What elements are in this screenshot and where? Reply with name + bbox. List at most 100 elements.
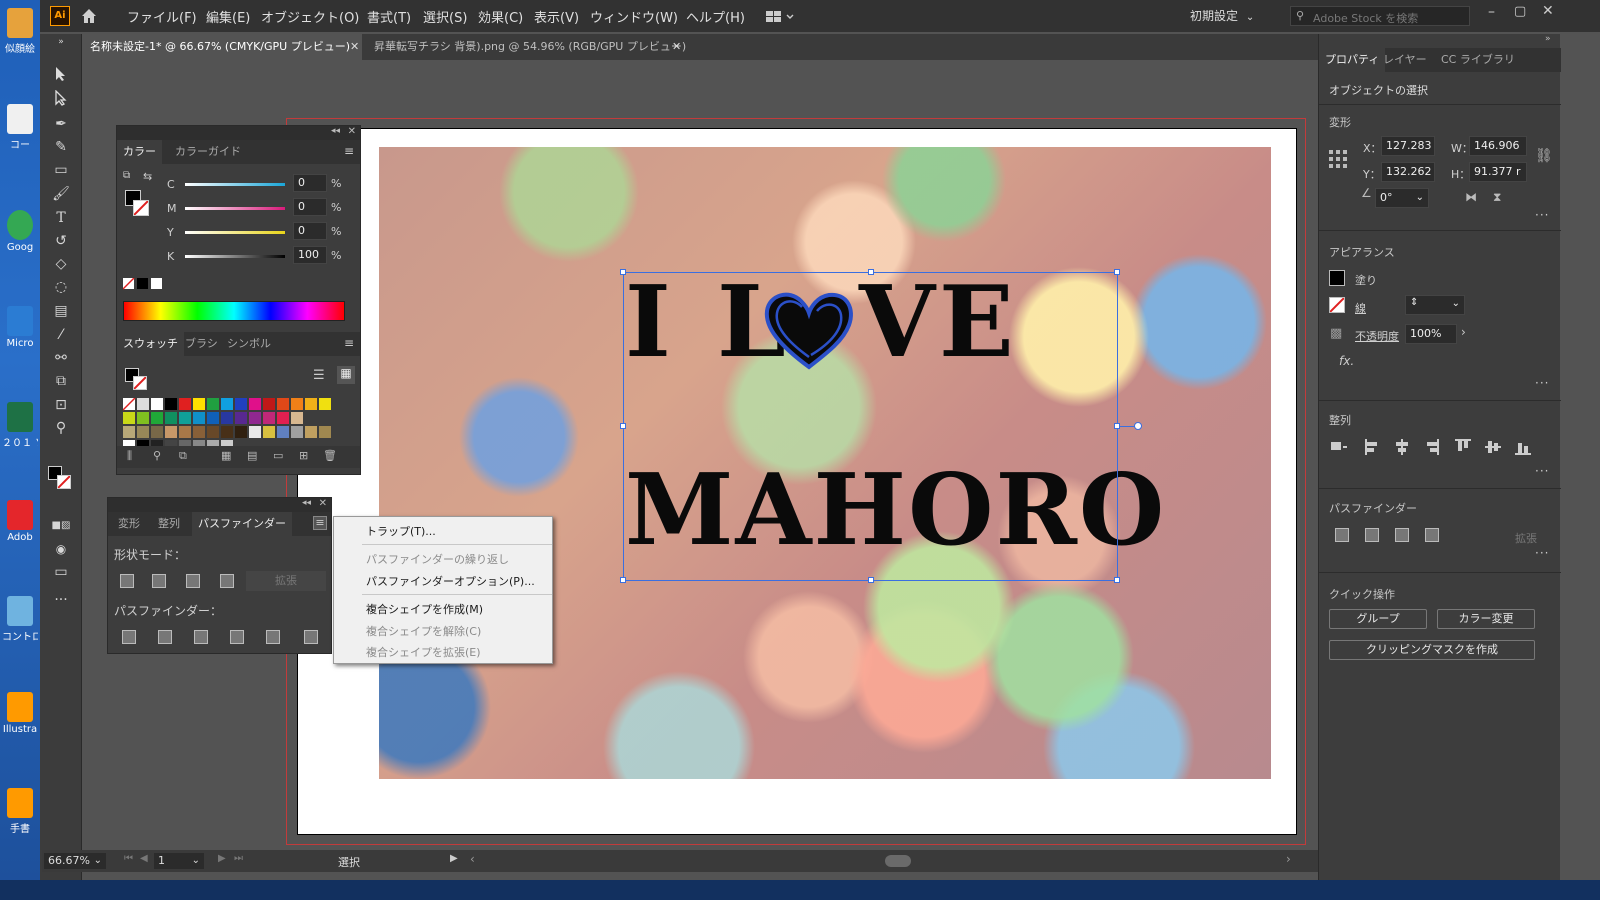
height-input[interactable]: 91.377 r [1469, 162, 1527, 182]
x-input[interactable]: 127.283 [1381, 136, 1435, 156]
tab-align[interactable]: 整列 [152, 512, 186, 536]
swatch-settings-icon[interactable]: ▤ [247, 449, 257, 462]
stroke-swatch[interactable] [1329, 297, 1345, 313]
eyedropper-tool-icon[interactable]: ⁄ [49, 325, 73, 345]
artboard-tool-icon[interactable]: ⊡ [49, 395, 73, 415]
lasso-tool-icon[interactable]: ◌ [49, 277, 73, 297]
color-spectrum[interactable] [123, 301, 345, 321]
shape-builder-tool-icon[interactable]: ⧉ [49, 371, 73, 391]
selection-bounding-box[interactable] [620, 269, 1142, 583]
trash-icon[interactable]: 🗑 [323, 449, 337, 462]
menu-object[interactable]: オブジェクト(O) [261, 7, 359, 26]
more-options-icon[interactable]: ··· [1535, 546, 1549, 560]
handle-left[interactable] [620, 423, 626, 429]
color-mode-icon[interactable]: ■▨ [49, 516, 73, 536]
angle-input[interactable]: 0° ⌄ [1375, 188, 1429, 208]
handle-top[interactable] [868, 269, 874, 275]
curvature-tool-icon[interactable]: ✎ [49, 137, 73, 157]
minimize-icon[interactable]: – [1488, 4, 1495, 20]
menu-edit[interactable]: 編集(E) [206, 7, 250, 26]
crop-button[interactable] [230, 630, 244, 644]
close-tab-icon[interactable]: ✕ [350, 34, 359, 60]
home-icon[interactable] [80, 7, 98, 25]
panel-menu-icon[interactable]: ≡ [344, 144, 354, 158]
desktop-icon-3[interactable]: Goog [2, 210, 38, 253]
tab-color-guide[interactable]: カラーガイド [169, 140, 247, 164]
panel-menu-icon[interactable]: ≡ [313, 516, 327, 530]
screen-mode-icon[interactable]: ▭ [49, 562, 73, 582]
flip-horizontal-icon[interactable]: ⧓ [1465, 190, 1477, 204]
y-slider[interactable] [185, 231, 285, 234]
gradient-tool-icon[interactable]: ▤ [49, 301, 73, 321]
stroke-weight-input[interactable]: ⇕ ⌄ [1405, 295, 1465, 315]
close-window-icon[interactable]: ✕ [1542, 3, 1554, 19]
new-swatch-icon[interactable]: ⊞ [299, 449, 308, 462]
stroke-swatch[interactable] [133, 200, 149, 216]
expand-button[interactable]: 拡張 [1515, 530, 1537, 546]
handle-bottom[interactable] [868, 577, 874, 583]
swatch-library-icon[interactable]: ⫼ [127, 449, 132, 463]
menu-view[interactable]: 表示(V) [534, 7, 579, 26]
expand-button[interactable]: 拡張 [246, 571, 326, 591]
collapse-icon[interactable]: » [49, 32, 73, 52]
tab-document-2[interactable]: 昇華転写チラシ 背景).png @ 54.96% (RGB/GPU プレビュー) [366, 34, 686, 60]
draw-mode-icon[interactable]: ◉ [49, 539, 73, 559]
menu-item-release-compound-shape[interactable]: 複合シェイプを解除(C) [366, 623, 481, 639]
desktop-icon-4[interactable]: Micro [2, 306, 38, 349]
unite-button[interactable] [120, 574, 134, 588]
close-panel-icon[interactable]: ✕ [348, 126, 356, 137]
c-slider[interactable] [185, 183, 285, 186]
arrange-documents-icon[interactable] [766, 10, 796, 24]
more-options-icon[interactable]: ··· [1535, 376, 1549, 390]
intersect-button[interactable] [1395, 528, 1409, 542]
panel-header[interactable]: ◂◂ ✕ [108, 498, 331, 512]
opacity-label[interactable]: 不透明度 [1355, 328, 1399, 344]
minus-front-button[interactable] [152, 574, 166, 588]
new-folder-icon[interactable]: ▭ [273, 449, 283, 462]
scroll-left-icon[interactable]: ‹ [470, 852, 475, 866]
k-slider[interactable] [185, 255, 285, 258]
close-panel-icon[interactable]: ✕ [319, 498, 327, 509]
stroke-swatch[interactable] [133, 376, 147, 390]
c-value-input[interactable]: 0 [293, 174, 327, 192]
menu-file[interactable]: ファイル(F) [127, 7, 197, 26]
horizontal-scroll-thumb[interactable] [885, 855, 911, 867]
color-group-icon[interactable]: ▦ [221, 449, 231, 462]
menu-help[interactable]: ヘルプ(H) [686, 7, 745, 26]
y-input[interactable]: 132.262 [1381, 162, 1435, 182]
desktop-icon-2[interactable]: コー [2, 104, 38, 151]
clipping-mask-button[interactable]: クリッピングマスクを作成 [1329, 640, 1535, 660]
m-slider[interactable] [185, 207, 285, 210]
eraser-tool-icon[interactable]: ◇ [49, 254, 73, 274]
blend-tool-icon[interactable]: ⚯ [49, 348, 73, 368]
status-menu-icon[interactable]: ▶ [450, 853, 458, 864]
handle-bottom-left[interactable] [620, 577, 626, 583]
more-options-icon[interactable]: ··· [1535, 464, 1549, 478]
zoom-select[interactable]: 66.67% ⌄ [44, 853, 106, 869]
swap-colors-icon[interactable]: ⇆ [143, 170, 152, 183]
tab-layers[interactable]: レイヤー [1377, 48, 1433, 72]
tab-color[interactable]: カラー [117, 140, 162, 164]
desktop-icon-9[interactable]: 手書 [2, 788, 38, 835]
fx-icon[interactable]: fx. [1339, 354, 1354, 368]
show-kinds-icon[interactable]: ⚲ [153, 449, 161, 462]
opacity-input[interactable]: 100% [1405, 324, 1457, 344]
exclude-button[interactable] [1425, 528, 1439, 542]
y-value-input[interactable]: 0 [293, 222, 327, 240]
direct-selection-tool-icon[interactable] [49, 89, 73, 110]
menu-type[interactable]: 書式(T) [367, 7, 411, 26]
tab-brushes[interactable]: ブラシ [179, 332, 224, 356]
flip-vertical-icon[interactable]: ⧗ [1493, 190, 1501, 205]
trim-button[interactable] [158, 630, 172, 644]
zoom-tool-icon[interactable]: ⚲ [49, 418, 73, 438]
menu-item-pathfinder-options[interactable]: パスファインダーオプション(P)... [366, 573, 535, 589]
collapse-icon[interactable]: ◂◂ [331, 126, 340, 136]
grid-view-icon[interactable]: ▦ [337, 366, 355, 384]
next-page-icon[interactable]: ▶ [218, 853, 226, 864]
collapse-icon[interactable]: ◂◂ [302, 498, 311, 508]
minus-front-button[interactable] [1365, 528, 1379, 542]
tab-swatches[interactable]: スウォッチ [117, 332, 184, 356]
divide-button[interactable] [122, 630, 136, 644]
more-tools-icon[interactable]: ··· [49, 590, 73, 610]
stroke-swatch[interactable] [57, 475, 71, 489]
